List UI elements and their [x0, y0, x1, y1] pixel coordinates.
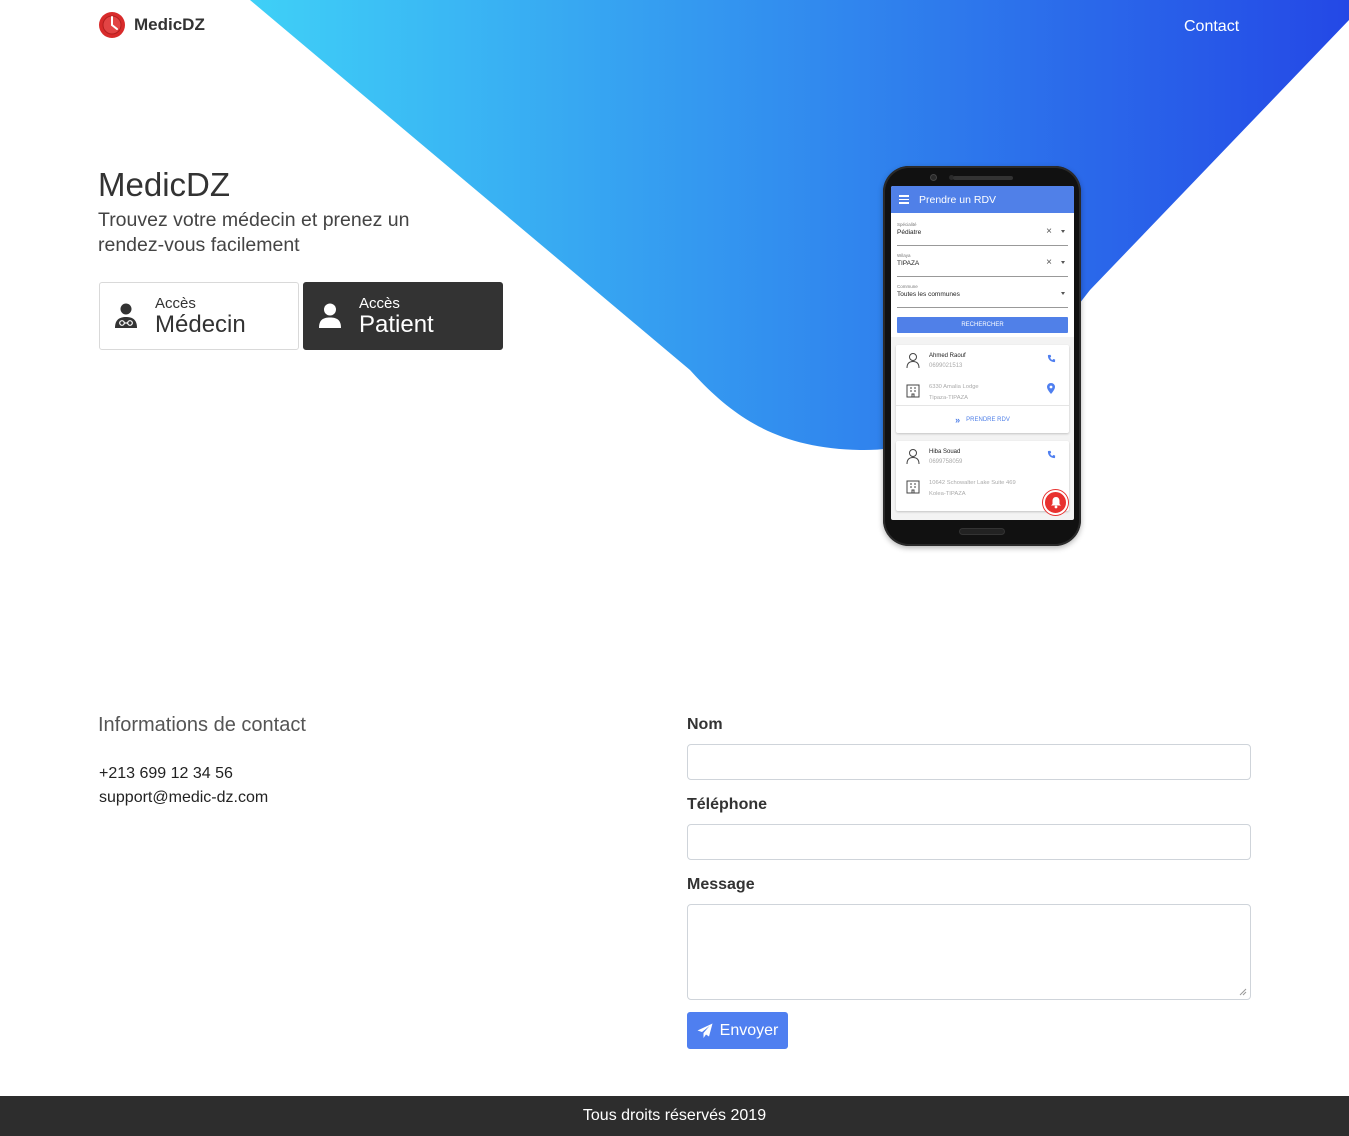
doctor-phone: 0699021513 — [929, 363, 963, 369]
access-patient-label: Patient — [359, 310, 434, 338]
hero-subtitle: Trouvez votre médecin et prenez un rende… — [98, 209, 410, 256]
hamburger-menu-icon — [899, 193, 909, 206]
doctor-phone: 0699758059 — [929, 459, 963, 465]
clear-icon: × — [1046, 226, 1052, 237]
specialite-value: Pédiatre — [897, 229, 922, 236]
paper-plane-icon — [697, 1023, 713, 1038]
phone-icon — [1047, 450, 1056, 459]
doctor-card: Ahmed Raouf 0699021513 6330 Amalia Lodge… — [896, 345, 1069, 433]
doctor-address: 10642 Schowalter Lake Suite 469 Kolea-TIP… — [929, 480, 1016, 497]
notification-fab — [1043, 490, 1068, 515]
caret-down-icon — [1061, 261, 1065, 264]
name-input[interactable] — [687, 744, 1251, 780]
clear-icon: × — [1046, 257, 1052, 268]
caret-down-icon — [1061, 292, 1065, 295]
app-bar: Prendre un RDV — [891, 186, 1074, 213]
double-chevron-icon: » — [955, 414, 961, 425]
access-patient-button[interactable]: Accès Patient — [303, 282, 503, 350]
phone-mockup: Prendre un RDV Spécialité Pédiatre × Wil… — [883, 166, 1081, 546]
caret-down-icon — [1061, 230, 1065, 233]
nav-contact-link[interactable]: Contact — [1184, 18, 1239, 36]
footer-text: Tous droits réservés 2019 — [582, 1107, 767, 1124]
send-button[interactable]: Envoyer — [687, 1012, 788, 1049]
doctor-name: Hiba Souad — [929, 449, 961, 455]
footer: Tous droits réservés 2019 — [0, 1096, 1349, 1136]
bell-icon — [1050, 497, 1061, 509]
prendre-rdv-label: PRENDRE RDV — [966, 416, 1010, 423]
access-patient-small-label: Accès — [359, 294, 400, 312]
prendre-rdv-action: » PRENDRE RDV — [896, 405, 1069, 433]
app-search-form: Spécialité Pédiatre × Wilaya TIPAZA × Co… — [891, 213, 1074, 337]
wilaya-select: Wilaya TIPAZA × — [897, 248, 1068, 277]
phone-home-button — [959, 528, 1005, 535]
access-medecin-small-label: Accès — [155, 294, 196, 312]
hospital-icon — [906, 384, 920, 398]
phone-icon — [1047, 354, 1056, 363]
contact-info-title: Informations de contact — [98, 714, 306, 736]
phone-label: Téléphone — [687, 796, 768, 813]
send-button-label: Envoyer — [719, 1021, 779, 1039]
commune-label: Commune — [897, 284, 918, 289]
doctor-icon — [115, 303, 137, 328]
phone-speaker — [953, 176, 1013, 180]
clock-logo-icon — [99, 12, 125, 38]
doctor-avatar-icon — [906, 353, 920, 368]
commune-select: Commune Toutes les communes — [897, 279, 1068, 308]
contact-email: support@medic-dz.com — [99, 789, 269, 806]
hospital-icon — [906, 480, 920, 494]
phone-camera — [930, 174, 937, 181]
wilaya-value: TIPAZA — [897, 260, 920, 267]
brand-logo-link[interactable]: MedicDZ — [98, 11, 205, 39]
user-icon — [319, 303, 341, 328]
hero-title: MedicDZ — [98, 166, 231, 203]
resize-grip-icon[interactable] — [1237, 986, 1247, 996]
doctor-address: 6330 Amalia Lodge Tipaza-TIPAZA — [929, 384, 979, 401]
wilaya-label: Wilaya — [897, 253, 911, 258]
message-label: Message — [687, 876, 755, 893]
app-bar-title: Prendre un RDV — [919, 193, 997, 206]
access-medecin-button[interactable]: Accès Médecin — [99, 282, 299, 350]
specialite-select: Spécialité Pédiatre × — [897, 217, 1068, 246]
commune-value: Toutes les communes — [897, 291, 960, 298]
phone-screen: Prendre un RDV Spécialité Pédiatre × Wil… — [891, 186, 1074, 520]
brand-name: MedicDZ — [134, 15, 205, 34]
app-search-button: RECHERCHER — [897, 317, 1068, 333]
message-textarea[interactable] — [687, 904, 1251, 1000]
phone-input[interactable] — [687, 824, 1251, 860]
doctor-name: Ahmed Raouf — [929, 353, 966, 359]
contact-phone: +213 699 12 34 56 — [99, 765, 233, 782]
doctor-avatar-icon — [906, 449, 920, 464]
specialite-label: Spécialité — [897, 222, 917, 227]
location-pin-icon — [1047, 383, 1055, 394]
access-medecin-label: Médecin — [155, 310, 246, 338]
name-label: Nom — [687, 716, 723, 733]
